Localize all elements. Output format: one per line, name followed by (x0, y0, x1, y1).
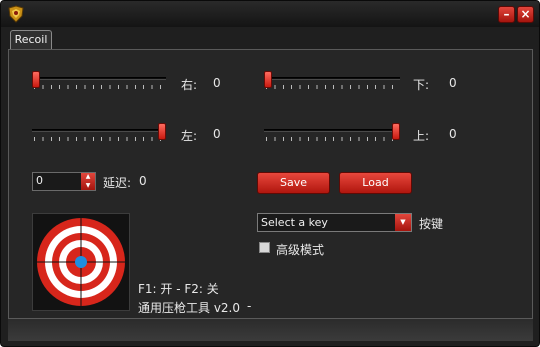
target-icon (35, 216, 127, 308)
load-button[interactable]: Load (339, 172, 412, 194)
tab-recoil[interactable]: Recoil (10, 30, 52, 50)
slider-thumb[interactable] (158, 123, 166, 140)
spin-down-icon[interactable]: ▼ (81, 182, 95, 190)
delay-value: 0 (139, 174, 147, 188)
shortcut-hint: F1: 开 - F2: 关 (138, 282, 219, 296)
slider-thumb[interactable] (392, 123, 400, 140)
version-trailer: - (247, 299, 252, 313)
left-value: 0 (213, 127, 221, 141)
slider-ticks (34, 85, 164, 89)
shield-logo-icon (8, 5, 24, 23)
down-label: 下: (413, 78, 430, 92)
crosshair-preview (32, 213, 130, 311)
hotkey-select[interactable]: Select a key ▼ (257, 213, 412, 232)
slider-track (264, 129, 400, 132)
title-bar[interactable]: – × (1, 1, 539, 27)
spin-arrows: ▲ ▼ (81, 173, 95, 190)
spin-up-icon[interactable]: ▲ (81, 173, 95, 181)
advanced-mode-label[interactable]: 高级模式 (276, 241, 324, 258)
down-value: 0 (449, 76, 457, 90)
slider-up[interactable] (264, 123, 400, 147)
slider-track (32, 129, 166, 132)
slider-right[interactable] (32, 71, 166, 95)
slider-thumb[interactable] (32, 71, 40, 88)
slider-ticks (34, 137, 164, 141)
slider-ticks (266, 137, 398, 141)
close-button[interactable]: × (517, 6, 534, 23)
right-value: 0 (213, 76, 221, 90)
slider-track (264, 77, 400, 80)
slider-ticks (266, 85, 398, 89)
delay-spinbox[interactable]: 0 ▲ ▼ (32, 172, 96, 191)
up-label: 上: (413, 129, 430, 143)
slider-thumb[interactable] (264, 71, 272, 88)
left-label: 左: (181, 129, 198, 143)
hotkey-selected-value: Select a key (261, 216, 328, 229)
save-button[interactable]: Save (257, 172, 330, 194)
status-strip (8, 319, 533, 341)
chevron-down-icon[interactable]: ▼ (395, 214, 411, 231)
up-value: 0 (449, 127, 457, 141)
hotkey-label: 按键 (419, 217, 444, 231)
advanced-mode-checkbox[interactable] (259, 242, 270, 253)
slider-left[interactable] (32, 123, 166, 147)
slider-down[interactable] (264, 71, 400, 95)
right-label: 右: (181, 78, 198, 92)
delay-input-value[interactable]: 0 (36, 174, 43, 187)
app-version: 通用压枪工具 v2.0 (138, 301, 241, 315)
slider-track (32, 77, 166, 80)
app-window: – × Recoil 右: 0 左: 0 下: 0 上: 0 0 ▲ ▼ 延迟:… (0, 0, 540, 347)
delay-label: 延迟: (103, 176, 132, 190)
minimize-button[interactable]: – (498, 6, 515, 23)
